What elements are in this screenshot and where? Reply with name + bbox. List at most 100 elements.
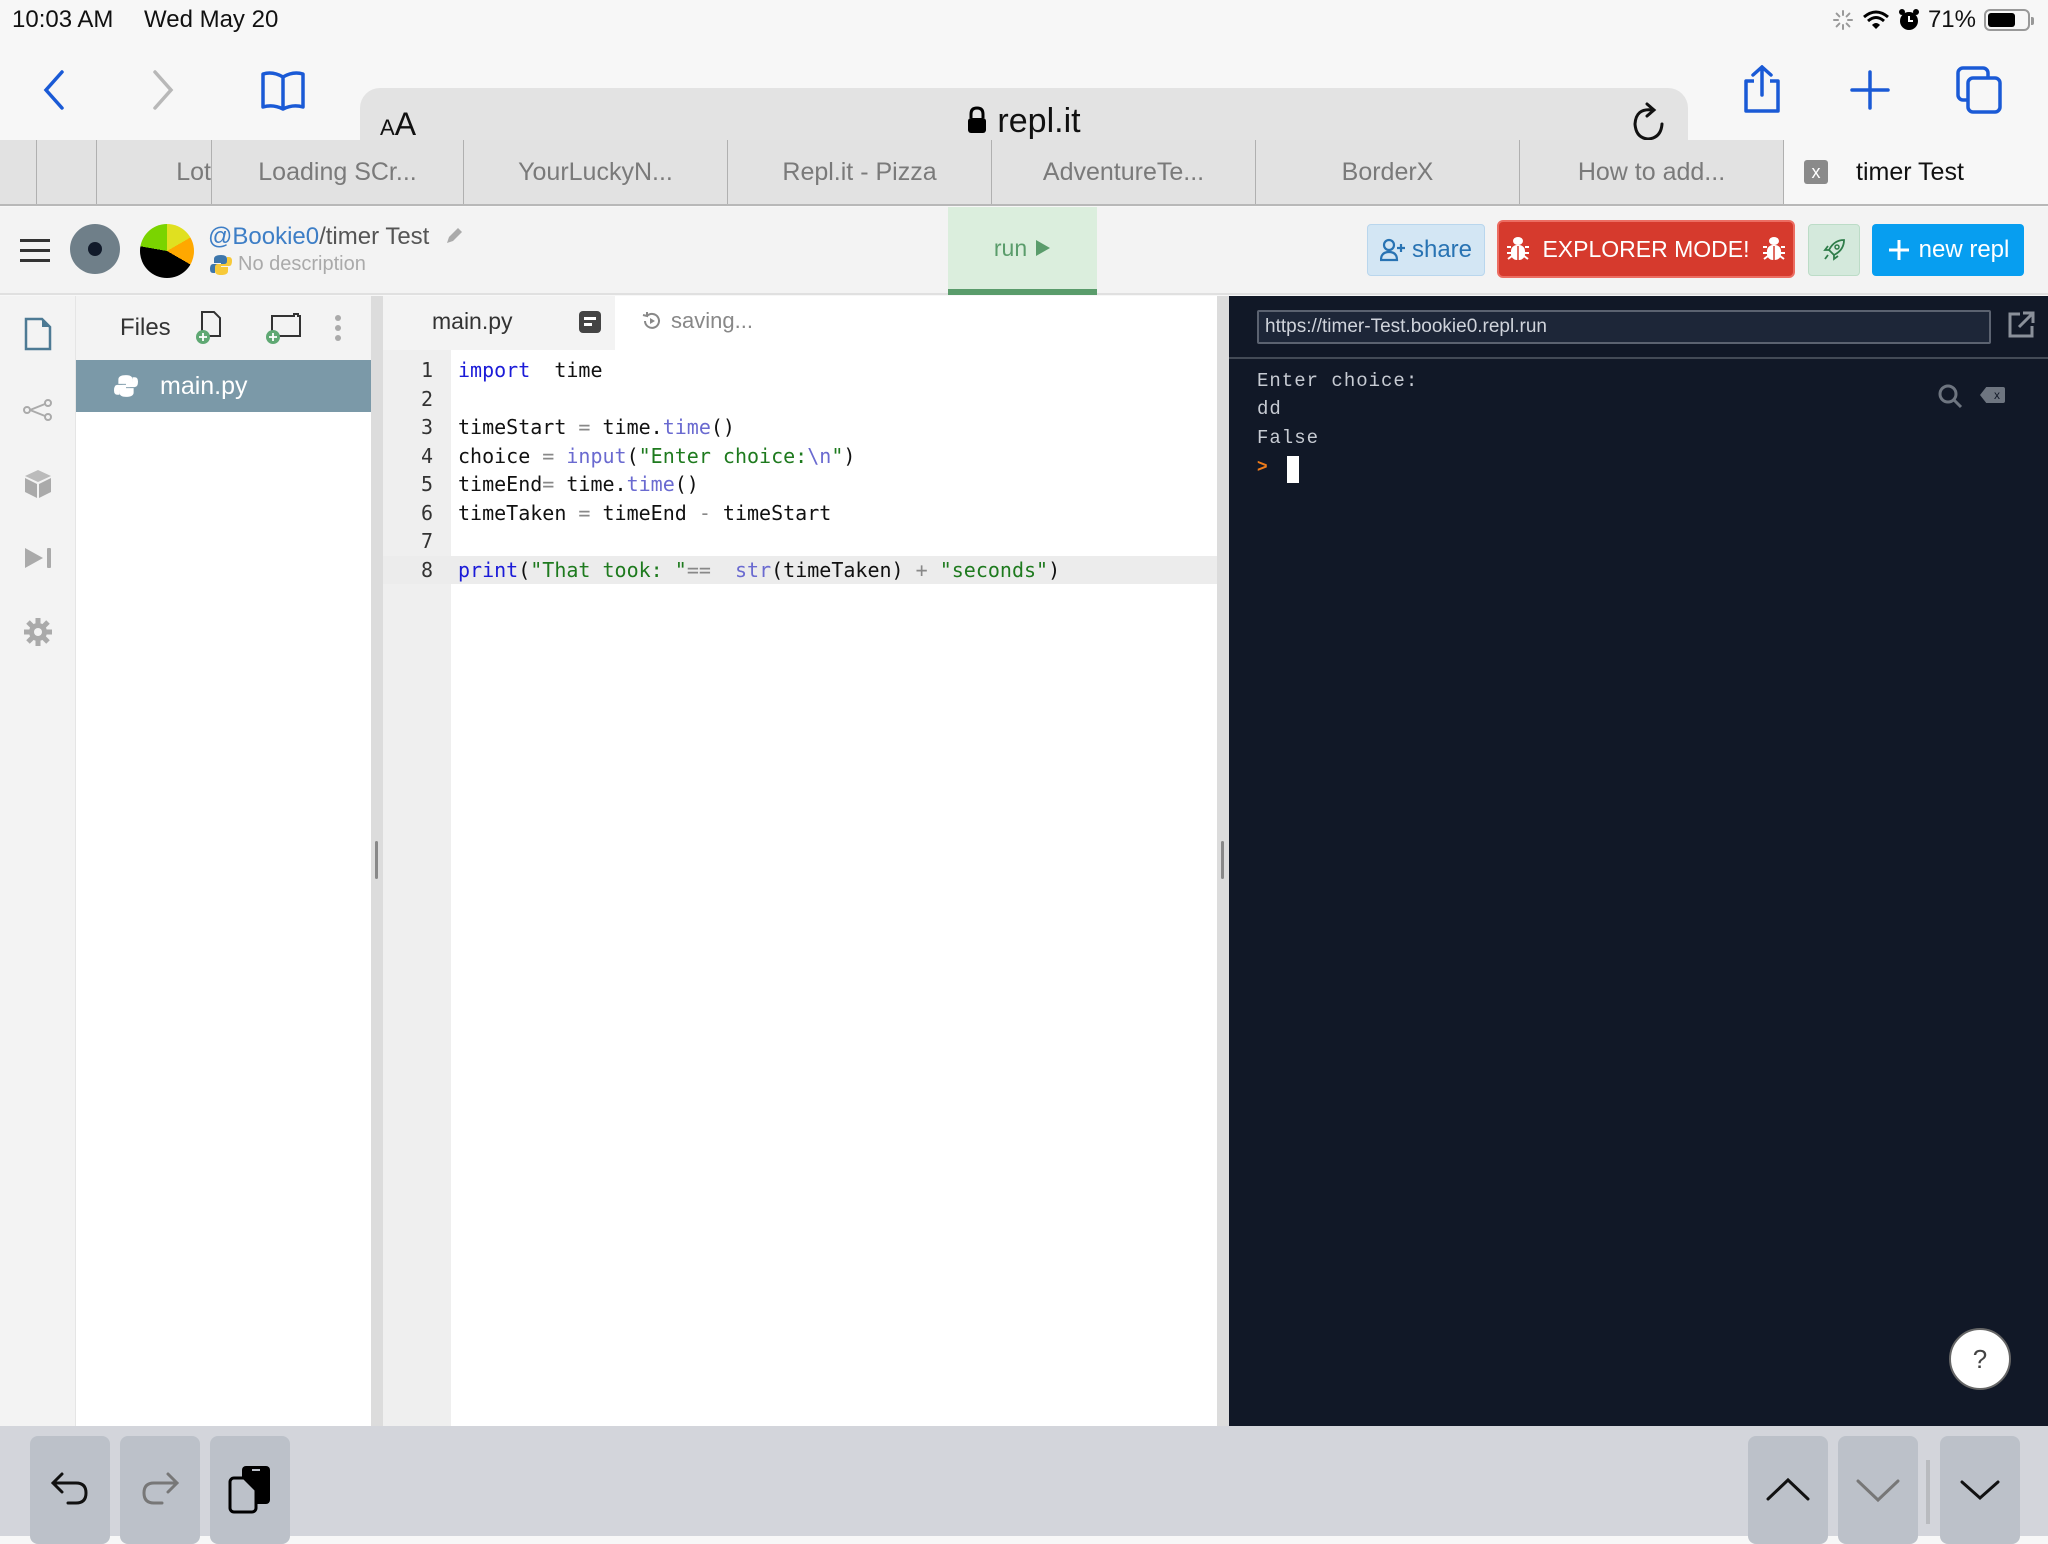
- code-token: time.: [554, 472, 627, 496]
- line-number: 1: [420, 358, 433, 382]
- code-line[interactable]: 6 timeTaken = timeEnd - timeStart: [383, 499, 1217, 528]
- files-editor-splitter[interactable]: [371, 296, 383, 1426]
- help-button[interactable]: ?: [1949, 1328, 2011, 1390]
- tab-label: Loading SCr...: [258, 157, 417, 186]
- tabs-icon: [1956, 66, 2002, 114]
- browser-tab[interactable]: [0, 140, 37, 204]
- code-line[interactable]: 8 print("That took: "== str(timeTaken) + …: [383, 555, 1217, 584]
- browser-tab[interactable]: Repl.it - Pizza: [728, 140, 992, 204]
- keyboard-shortcut-bar: [0, 1426, 2048, 1544]
- previous-field-button[interactable]: [1748, 1436, 1828, 1544]
- code-token: input: [554, 443, 627, 468]
- files-icon: [24, 317, 52, 351]
- code-token: (): [674, 472, 699, 496]
- clear-console-icon[interactable]: x: [1980, 387, 2005, 403]
- open-in-new-tab-button[interactable]: [2006, 310, 2036, 340]
- browser-tab[interactable]: [37, 140, 97, 204]
- browser-tab[interactable]: BorderX: [1256, 140, 1520, 204]
- repl-title: @Bookie0/timer Test: [208, 223, 464, 251]
- status-icons: 71%: [1832, 6, 2034, 34]
- plus-icon: [1888, 240, 1909, 260]
- next-field-button[interactable]: [1838, 1436, 1918, 1544]
- console-cursor[interactable]: [1287, 456, 1299, 483]
- console-output-line: False: [1257, 427, 1320, 449]
- user-link[interactable]: @Bookie0: [208, 223, 319, 250]
- format-code-icon[interactable]: [579, 311, 601, 333]
- activity-packages[interactable]: [20, 466, 56, 502]
- line-number: 3: [420, 415, 433, 439]
- editor-tabs: main.py saving...: [383, 296, 1217, 350]
- back-button[interactable]: [25, 60, 85, 120]
- code-token: "That took: ": [530, 557, 687, 582]
- redo-button[interactable]: [120, 1436, 200, 1544]
- close-tab-icon[interactable]: x: [1804, 160, 1828, 184]
- tab-label: timer Test: [1856, 157, 1964, 186]
- keyboard-bar-separator: [1926, 1460, 1930, 1524]
- editor-console-splitter[interactable]: [1217, 296, 1229, 1426]
- add-file-button[interactable]: [194, 310, 226, 351]
- battery-icon: [1984, 9, 2034, 31]
- share-page-button[interactable]: [1732, 60, 1792, 120]
- repl-name[interactable]: timer Test: [326, 223, 430, 250]
- paste-button[interactable]: [210, 1436, 290, 1544]
- tabs-overview-button[interactable]: [1950, 60, 2010, 120]
- browser-tab[interactable]: AdventureTe...: [992, 140, 1256, 204]
- packages-icon: [25, 470, 51, 498]
- undo-button[interactable]: [30, 1436, 110, 1544]
- code-token: "Enter choice:: [638, 443, 808, 468]
- url-display[interactable]: repl.it: [360, 102, 1688, 141]
- dismiss-keyboard-button[interactable]: [1940, 1436, 2020, 1544]
- browser-tab-active[interactable]: x timer Test: [1784, 140, 2048, 204]
- code-line[interactable]: 3 timeStart = time.time(): [383, 413, 1217, 442]
- code-line[interactable]: 4 choice = input("Enter choice:\n"): [383, 442, 1217, 471]
- add-folder-button[interactable]: [264, 310, 304, 351]
- console-search-button[interactable]: [1936, 382, 1964, 415]
- code-line[interactable]: 2: [383, 385, 1217, 414]
- webview-url-field[interactable]: https://timer-Test.bookie0.repl.run: [1257, 310, 1991, 344]
- code-token: (: [518, 557, 531, 582]
- edit-pencil-icon[interactable]: [444, 226, 464, 246]
- code-token: \n: [807, 443, 832, 468]
- new-repl-button[interactable]: new repl: [1872, 224, 2024, 276]
- code-line[interactable]: 7: [383, 527, 1217, 556]
- browser-tab[interactable]: YourLuckyN...: [464, 140, 728, 204]
- explorer-mode-button[interactable]: EXPLORER MODE!: [1497, 220, 1795, 278]
- code-editor[interactable]: main.py saving... 1 import time 2 3 timeStar…: [383, 296, 1217, 1426]
- share-button[interactable]: share: [1367, 224, 1485, 276]
- files-header: Files: [76, 296, 371, 360]
- code-line[interactable]: 5 timeEnd= time.time(): [383, 470, 1217, 499]
- menu-icon[interactable]: [20, 239, 50, 263]
- browser-tab[interactable]: How to add...: [1520, 140, 1784, 204]
- replit-logo[interactable]: [70, 224, 120, 274]
- browser-tab[interactable]: Lot: [97, 140, 212, 204]
- code-line[interactable]: 1 import time: [383, 356, 1217, 385]
- activity-settings[interactable]: [20, 614, 56, 650]
- activity-version-control[interactable]: [20, 392, 56, 428]
- console-prompt: >: [1257, 456, 1268, 476]
- avatar[interactable]: [140, 224, 194, 278]
- code-token: time: [662, 415, 711, 439]
- battery-percent: 71%: [1927, 6, 1976, 33]
- browser-tab[interactable]: Loading SCr...: [212, 140, 464, 204]
- bug-icon: [1762, 237, 1785, 260]
- activity-debugger[interactable]: [20, 540, 56, 576]
- code-token: ): [1048, 557, 1061, 582]
- chevron-down-icon: [1856, 1479, 1900, 1503]
- forward-button[interactable]: [132, 60, 192, 120]
- code-token: timeStart: [710, 500, 832, 525]
- file-item-main-py[interactable]: main.py: [76, 360, 371, 412]
- repl-description[interactable]: No description: [210, 253, 366, 276]
- code-token: time: [530, 358, 603, 382]
- bookmarks-button[interactable]: [253, 60, 313, 120]
- tab-label: BorderX: [1341, 157, 1434, 186]
- deploy-button[interactable]: [1808, 224, 1860, 276]
- editor-tab-main-py[interactable]: main.py: [383, 296, 615, 350]
- files-more-button[interactable]: [334, 314, 342, 347]
- new-tab-button[interactable]: [1840, 60, 1900, 120]
- activity-files[interactable]: [20, 316, 56, 352]
- add-folder-icon: [266, 313, 301, 344]
- status-date: Wed May 20: [144, 6, 279, 33]
- chevron-up-icon: [1766, 1477, 1810, 1501]
- run-button[interactable]: run: [948, 207, 1097, 295]
